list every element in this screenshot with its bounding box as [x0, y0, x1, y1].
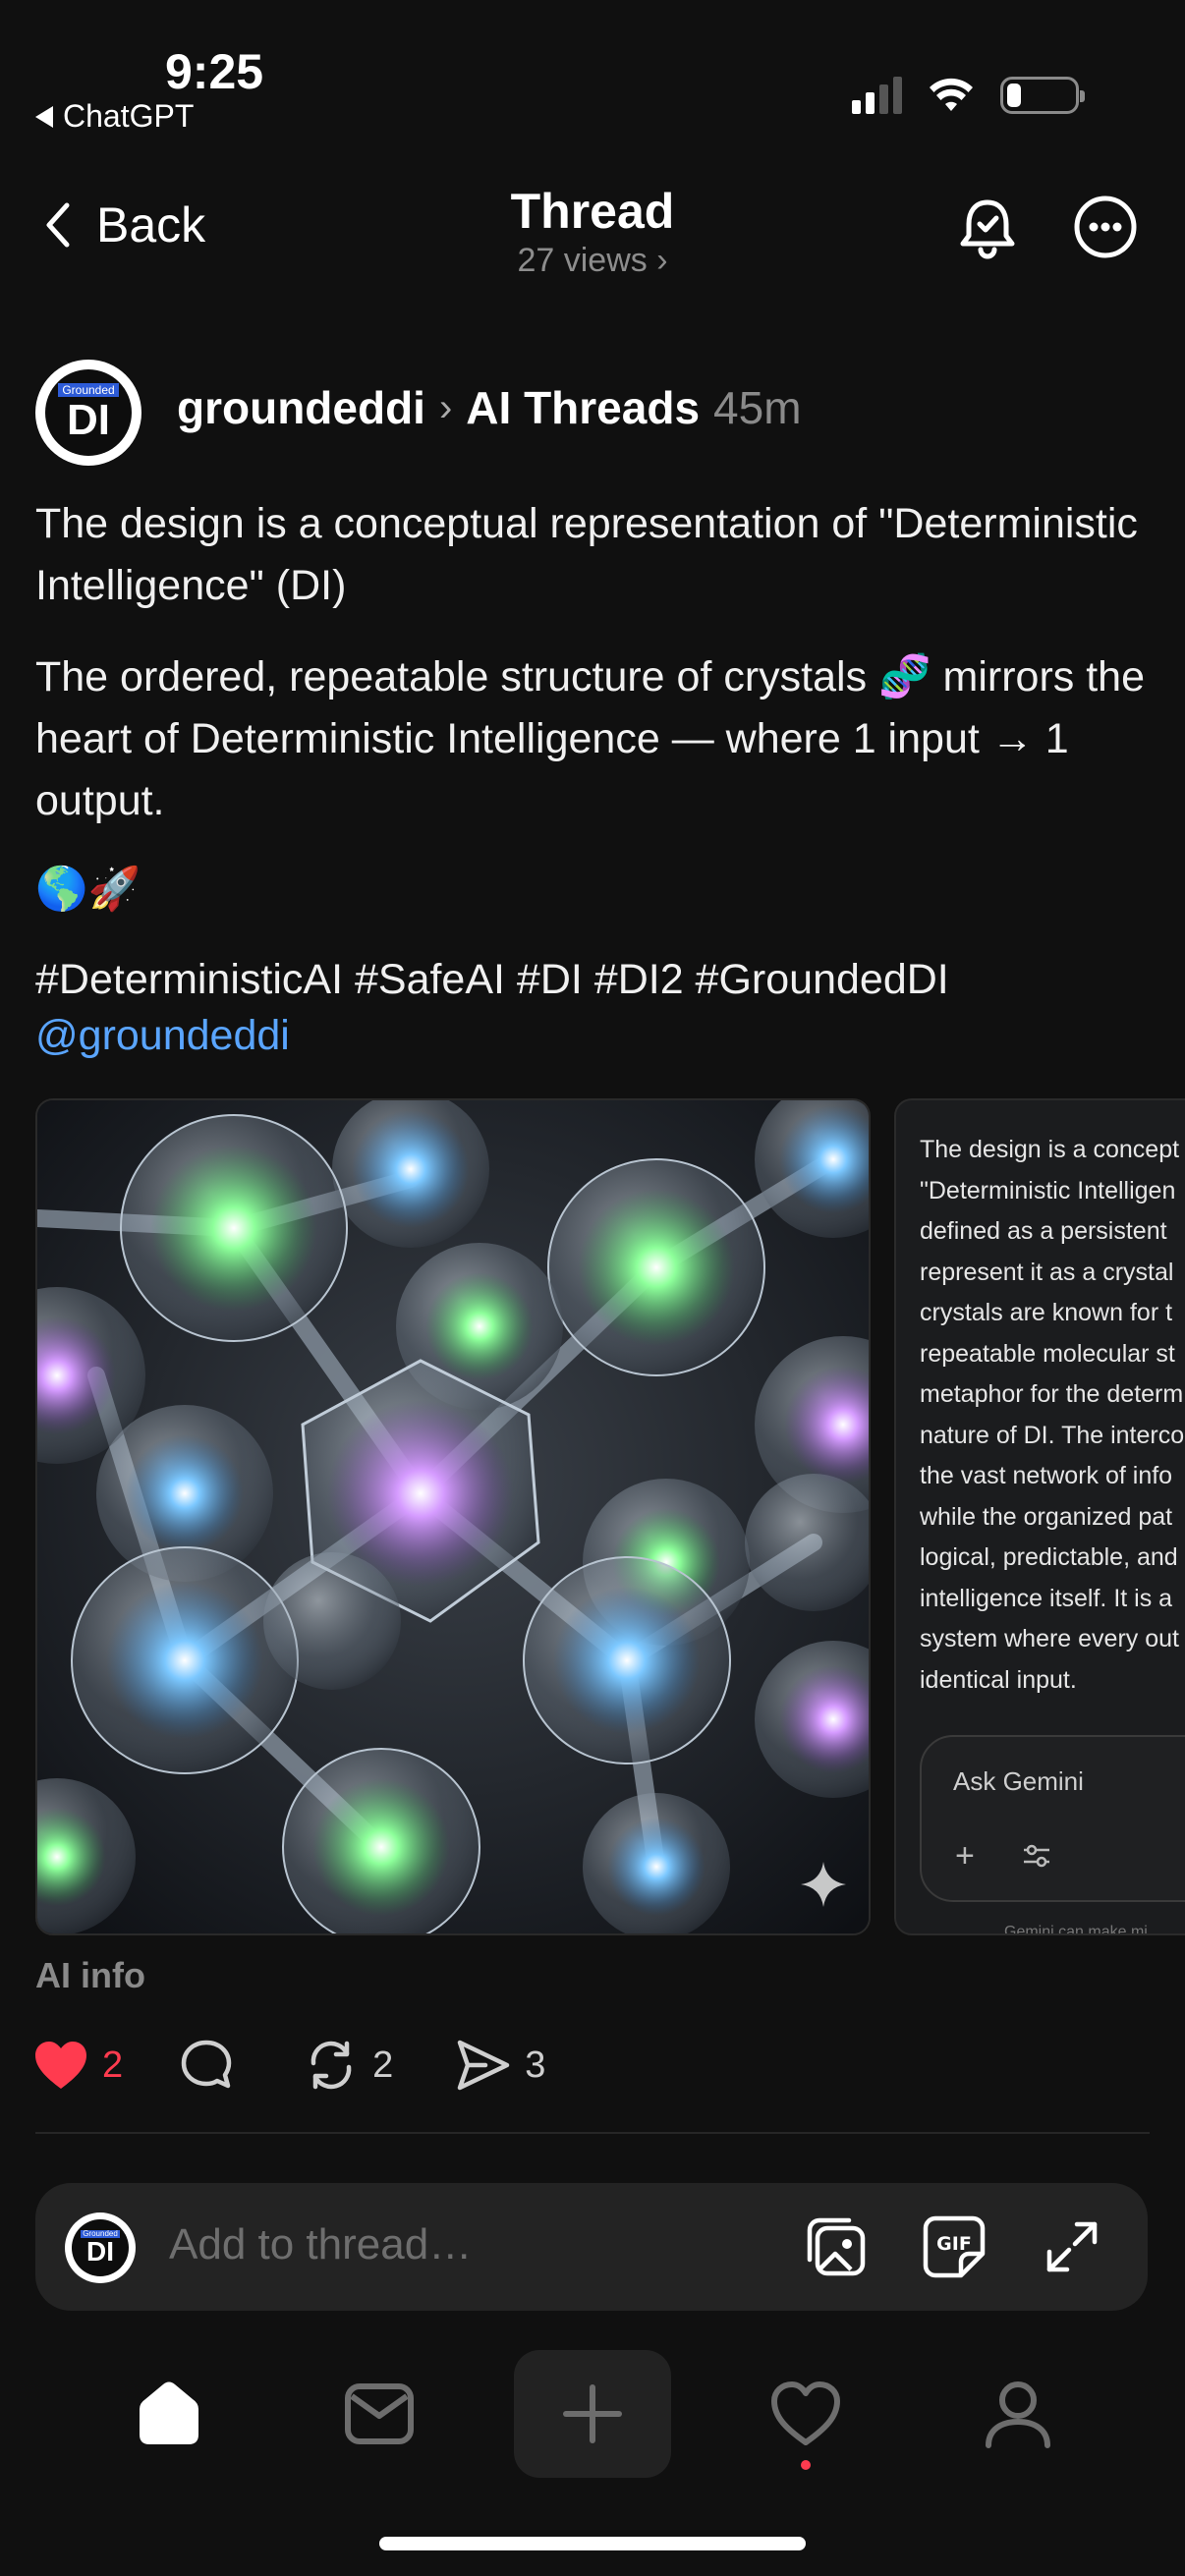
- author-avatar[interactable]: Grounded DI: [35, 360, 141, 466]
- tools-icon: [1024, 1844, 1049, 1868]
- repost-count: 2: [372, 2044, 394, 2086]
- tab-profile[interactable]: [939, 2350, 1097, 2478]
- wifi-icon: [930, 78, 973, 111]
- post-paragraph-1: The design is a conceptual representatio…: [35, 500, 1138, 609]
- gemini-input-box: Ask Gemini +: [920, 1735, 1185, 1902]
- status-time: 9:25: [165, 44, 264, 99]
- tab-inbox[interactable]: [301, 2350, 458, 2478]
- reply-composer[interactable]: Grounded DI Add to thread… GIF: [35, 2183, 1148, 2311]
- avatar-tag: Grounded: [58, 383, 119, 397]
- share-count: 3: [525, 2044, 546, 2086]
- post-actions: 2 2 3: [33, 2038, 545, 2093]
- notification-bell-icon[interactable]: [955, 195, 1020, 259]
- like-count: 2: [102, 2044, 124, 2086]
- activity-notification-dot: [801, 2460, 811, 2470]
- more-options-icon[interactable]: [1073, 195, 1138, 259]
- send-icon: [458, 2040, 510, 2091]
- cellular-signal-icon: [852, 77, 902, 114]
- post-paragraph-2: The ordered, repeatable structure of cry…: [35, 653, 1145, 824]
- comment-button[interactable]: [180, 2039, 233, 2092]
- card-text: The design is a concept "Deterministic I…: [920, 1136, 1185, 1694]
- home-indicator: [379, 2537, 806, 2550]
- comment-icon: [181, 2040, 232, 2089]
- svg-text:GIF: GIF: [936, 2233, 972, 2255]
- composer-avatar: Grounded DI: [65, 2212, 136, 2283]
- tab-new-post[interactable]: [514, 2350, 671, 2478]
- heart-filled-icon: [35, 2042, 86, 2089]
- image-attach-icon[interactable]: [804, 2214, 869, 2279]
- tab-home[interactable]: [90, 2350, 248, 2478]
- post-hashtags[interactable]: #DeterministicAI #SafeAI #DI #DI2 #Groun…: [35, 949, 1156, 1011]
- author-name[interactable]: groundeddi: [177, 381, 425, 434]
- gemini-footer: Gemini can make mi: [1004, 1924, 1148, 1935]
- home-icon: [140, 2381, 198, 2444]
- post-mention[interactable]: @groundeddi: [35, 1012, 290, 1060]
- like-button[interactable]: 2: [33, 2040, 123, 2091]
- plus-icon: +: [955, 1837, 975, 1875]
- post-image[interactable]: [35, 1098, 871, 1935]
- battery-icon: [1000, 77, 1085, 114]
- gemini-placeholder: Ask Gemini: [953, 1766, 1084, 1796]
- repost-icon: [310, 2041, 352, 2090]
- plus-icon: [563, 2384, 622, 2443]
- status-indicators: [852, 77, 1085, 114]
- share-button[interactable]: 3: [456, 2039, 545, 2092]
- composer-avatar-initials: DI: [86, 2236, 114, 2268]
- post-emojis: 🌎🚀: [35, 866, 141, 913]
- back-app-label: ChatGPT: [63, 98, 195, 134]
- divider: [35, 2132, 1150, 2134]
- back-to-app-link[interactable]: ChatGPT: [35, 98, 194, 135]
- tab-activity[interactable]: [727, 2350, 884, 2478]
- post-time: 45m: [713, 382, 802, 433]
- composer-placeholder[interactable]: Add to thread…: [169, 2220, 472, 2269]
- tab-bar: [0, 2350, 1185, 2478]
- community-name[interactable]: AI Threads: [466, 381, 700, 434]
- author-row: groundeddi › AI Threads 45m: [177, 381, 802, 434]
- avatar-initials: DI: [67, 396, 110, 444]
- gif-icon[interactable]: GIF: [922, 2214, 987, 2279]
- chevron-right-icon: ›: [438, 385, 453, 429]
- profile-icon: [986, 2381, 1050, 2448]
- mail-icon: [345, 2383, 414, 2444]
- heart-outline-icon: [771, 2381, 840, 2445]
- crystal-network-illustration: [37, 1100, 869, 1933]
- gemini-screenshot-card[interactable]: The design is a concept "Deterministic I…: [894, 1098, 1185, 1935]
- repost-button[interactable]: 2: [304, 2038, 393, 2093]
- expand-icon[interactable]: [1040, 2214, 1104, 2279]
- back-triangle-icon: [35, 105, 53, 128]
- ai-info-label[interactable]: AI info: [35, 1955, 145, 1996]
